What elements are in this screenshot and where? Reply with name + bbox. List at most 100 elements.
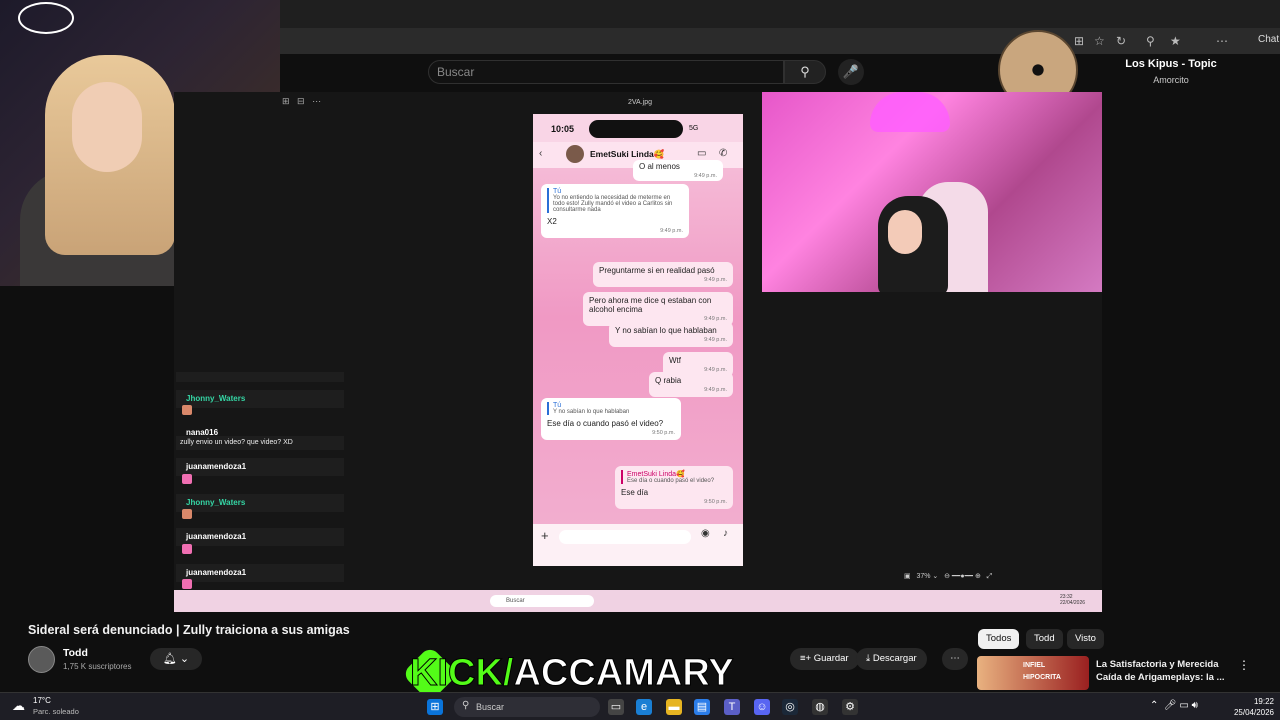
chat-username: Jhonny_Waters bbox=[186, 498, 246, 507]
notification-bell-button[interactable]: 🔔︎ ⌄ bbox=[150, 648, 202, 670]
channel-name[interactable]: Todd bbox=[63, 647, 88, 659]
channel-avatar[interactable] bbox=[28, 646, 55, 673]
inner-screenshot-taskbar bbox=[174, 590, 1102, 612]
message-text: X2 bbox=[547, 217, 557, 226]
zoom-level: 37% bbox=[916, 573, 931, 580]
now-playing-title: Los Kipus - Topic bbox=[1125, 58, 1217, 70]
message-bubble: O al menos 9:49 p.m. bbox=[633, 160, 723, 181]
quoted-author: Tú bbox=[553, 402, 562, 409]
recommended-title[interactable]: La Satisfactoria y Merecida Caída de Ari… bbox=[1096, 658, 1236, 684]
dynamic-island bbox=[589, 120, 683, 138]
quoted-text: Ese día o cuando pasó el video? bbox=[627, 478, 715, 484]
inner-search-box: Buscar bbox=[490, 595, 594, 607]
signal-indicator: 5G bbox=[689, 125, 699, 132]
thumb-text: INFIEL bbox=[1023, 662, 1046, 669]
inner-clock-date: 22/04/2026 bbox=[1060, 600, 1086, 606]
download-icon: ⤓ bbox=[866, 653, 873, 664]
voice-search-button[interactable]: 🎤 bbox=[838, 59, 864, 85]
taskbar-search[interactable]: Buscar bbox=[454, 697, 600, 717]
system-tray-icons[interactable]: ⌃ 🎤︎ ▭ 🔊︎ bbox=[1150, 700, 1198, 711]
clock-time[interactable]: 19:22 bbox=[1232, 697, 1274, 706]
contact-name: EmetSuki Linda🥰 bbox=[590, 149, 665, 159]
chip-watched[interactable]: Visto bbox=[1067, 629, 1104, 649]
chat-row: juanamendoza1 bbox=[176, 528, 344, 546]
chat-emote bbox=[182, 509, 192, 519]
microphone-icon: 🎤 bbox=[842, 64, 860, 79]
tab-icon[interactable]: ⊞ bbox=[1074, 34, 1084, 48]
favorites-icon[interactable]: ★ bbox=[1170, 34, 1181, 48]
chat-row: Jhonny_Waters bbox=[176, 494, 344, 512]
message-bubble: Tú Y no sabían lo que hablaban Ese día o… bbox=[541, 398, 681, 440]
quoted-author: Tú bbox=[553, 188, 562, 195]
streamer-camera bbox=[762, 92, 1102, 292]
teams-icon[interactable]: T bbox=[724, 699, 740, 715]
chat-message: zully envio un video? que video? XD bbox=[180, 439, 293, 446]
quoted-message: Tú Y no sabían lo que hablaban bbox=[547, 402, 675, 415]
message-time: 9:50 p.m. bbox=[704, 499, 727, 505]
message-text: Ese día bbox=[621, 488, 649, 497]
message-text: Ese día o cuando pasó el video? bbox=[547, 419, 664, 428]
message-time: 9:49 p.m. bbox=[694, 173, 717, 179]
chat-row: zully envio un video? que video? XD bbox=[176, 436, 344, 450]
camera-icon: ◉ bbox=[701, 528, 710, 539]
save-icon: ≡+ bbox=[800, 653, 814, 664]
viewer-toolbar-icons[interactable]: ⊞ ⊟ ⋯ bbox=[282, 96, 321, 107]
chat-emote bbox=[182, 405, 192, 415]
message-time: 9:50 p.m. bbox=[652, 430, 675, 436]
message-text: Wtf bbox=[669, 356, 681, 365]
clock-date: 25/04/2026 bbox=[1233, 708, 1274, 717]
chat-emote bbox=[182, 544, 192, 554]
search-input[interactable]: Buscar bbox=[428, 60, 784, 84]
download-button[interactable]: ⤓ Descargar bbox=[856, 648, 927, 670]
message-time: 9:49 p.m. bbox=[660, 228, 683, 234]
search-button[interactable]: ⚲ bbox=[784, 60, 826, 84]
save-label: Guardar bbox=[813, 653, 849, 664]
chat-emote bbox=[182, 579, 192, 589]
chip-channel[interactable]: Todd bbox=[1026, 629, 1063, 649]
file-explorer-icon[interactable]: ▬ bbox=[666, 699, 682, 715]
chip-all[interactable]: Todos bbox=[978, 629, 1020, 649]
zoom-controls[interactable]: ▣ 37% ⌄ ⊖ ━━●━━ ⊕ ⤢ bbox=[904, 572, 992, 581]
bell-icon: 🔔︎ ⌄ bbox=[162, 653, 190, 665]
refresh-icon[interactable]: ↻ bbox=[1116, 34, 1126, 48]
quoted-message: Tú Yo no entiendo la necesidad de meterm… bbox=[547, 188, 683, 213]
favorite-star-icon[interactable]: ☆ bbox=[1094, 34, 1105, 48]
start-icon[interactable]: ⊞ bbox=[427, 699, 443, 715]
more-icon: ⋯ bbox=[950, 653, 960, 664]
microphone-icon: ♪ bbox=[723, 528, 728, 539]
discord-icon[interactable]: ☺ bbox=[754, 699, 770, 715]
video-title: Sideral será denunciado | Zully traicion… bbox=[28, 623, 350, 637]
more-vert-icon[interactable]: ⋮ bbox=[1238, 658, 1250, 672]
weather-temp[interactable]: 17°C bbox=[33, 696, 51, 705]
extension-icon[interactable]: ⚲ bbox=[1146, 34, 1155, 48]
download-label: Descargar bbox=[872, 653, 917, 664]
message-text: Pero ahora me dice q estaban con alcohol… bbox=[589, 296, 712, 314]
contact-avatar bbox=[566, 145, 584, 163]
settings-icon[interactable]: ⚙ bbox=[842, 699, 858, 715]
chat-overlay: Jhonny_Waters nana016 zully envio un vid… bbox=[176, 372, 346, 612]
message-time: 9:49 p.m. bbox=[704, 277, 727, 283]
message-bubble: Pero ahora me dice q estaban con alcohol… bbox=[583, 292, 733, 326]
recommended-thumbnail[interactable]: INFIEL HIPOCRITA bbox=[977, 656, 1089, 690]
kick-watermark: KICK/ACCAMARY bbox=[409, 652, 734, 695]
message-bubble: Preguntarme si en realidad pasó 9:49 p.m… bbox=[593, 262, 733, 287]
save-button[interactable]: ≡+ Guardar bbox=[790, 648, 859, 670]
weather-icon: ☁ bbox=[12, 698, 25, 713]
copilot-chat-button[interactable]: Chat bbox=[1258, 34, 1279, 45]
neon-heart-sign bbox=[870, 92, 950, 132]
image-filename: 2VA.jpg bbox=[628, 99, 652, 106]
quoted-message: EmetSuki Linda🥰 Ese día o cuando pasó el… bbox=[621, 470, 727, 484]
more-actions-button[interactable]: ⋯ bbox=[942, 648, 968, 670]
steam-icon[interactable]: ◎ bbox=[782, 699, 798, 715]
edge-icon[interactable]: e bbox=[636, 699, 652, 715]
browser-titlebar bbox=[280, 0, 1280, 28]
quoted-author: EmetSuki Linda🥰 bbox=[627, 471, 685, 478]
store-icon[interactable]: ▤ bbox=[694, 699, 710, 715]
more-menu-icon[interactable]: ⋯ bbox=[1216, 34, 1228, 48]
chat-username: juanamendoza1 bbox=[186, 532, 247, 541]
streamer-logo bbox=[18, 2, 74, 34]
chat-username: juanamendoza1 bbox=[186, 462, 247, 471]
task-view-icon[interactable]: ▭ bbox=[608, 699, 624, 715]
phone-screenshot: 10:05 5G ‹ EmetSuki Linda🥰 ▭ ✆ O al meno… bbox=[533, 114, 743, 566]
app-icon[interactable]: ◍ bbox=[812, 699, 828, 715]
